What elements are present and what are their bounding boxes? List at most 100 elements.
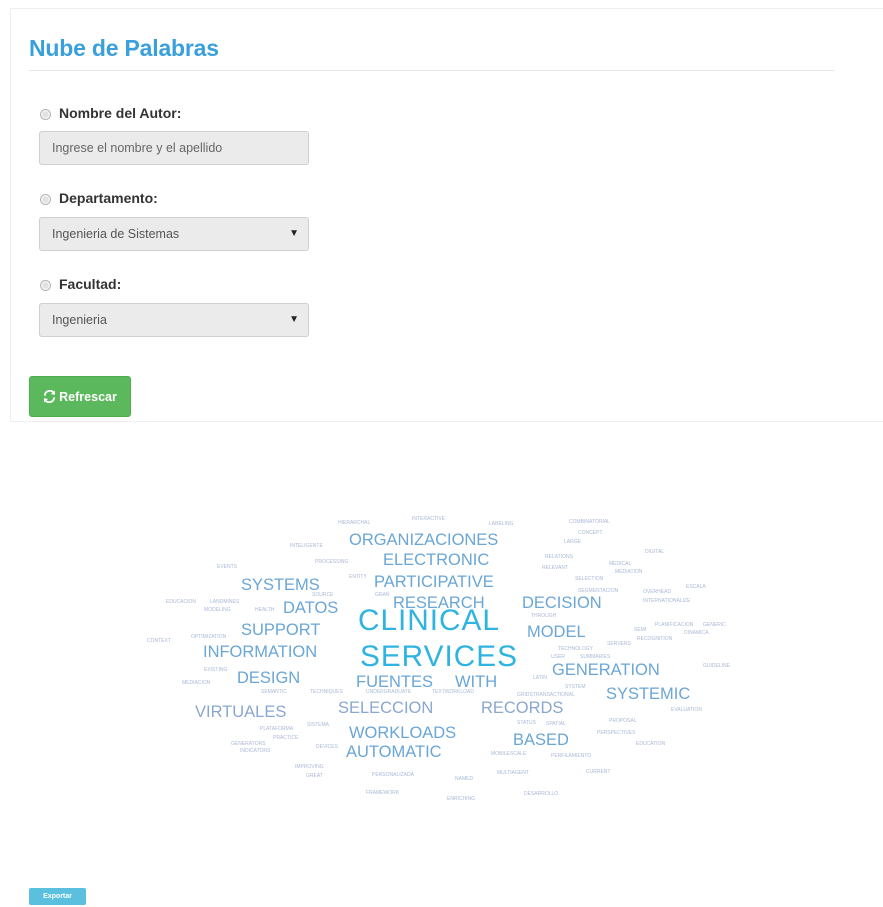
cloud-word: NAMED <box>455 776 473 782</box>
cloud-word: SELECCION <box>338 699 433 717</box>
cloud-word: ORGANIZACIONES <box>349 531 498 549</box>
cloud-word: UNDERGRADUATE <box>366 689 412 695</box>
cloud-word: IMPROVING <box>295 764 324 770</box>
cloud-word: ENTITY <box>349 574 367 580</box>
author-field-wrapper <box>39 131 309 165</box>
cloud-word: MEDICAL <box>609 561 631 567</box>
cloud-word: PRACTICE <box>273 735 299 741</box>
cloud-word: PLANIFICACION <box>655 622 694 628</box>
faculty-label: Facultad: <box>59 276 122 292</box>
cloud-word: INTERNATIONALIZE <box>643 598 691 604</box>
cloud-word: SUPPORT <box>241 621 320 639</box>
cloud-word: SEGMENTACION <box>578 588 619 594</box>
cloud-word: INFORMATION <box>203 643 317 661</box>
export-button[interactable]: Exportar <box>29 888 86 905</box>
cloud-word: RELATIONS <box>545 554 574 560</box>
author-label: Nombre del Autor: <box>59 105 182 121</box>
cloud-word: OVERHEAD <box>643 589 671 595</box>
cloud-word: SUMMARIES <box>580 654 611 660</box>
department-select[interactable]: Ingenieria de Sistemas ▼ <box>39 217 309 251</box>
cloud-word: SEMI <box>634 627 646 633</box>
refresh-button-label: Refrescar <box>59 389 117 404</box>
cloud-word: PERFILAMIENTO <box>551 753 591 759</box>
cloud-word: DEVICES <box>316 744 339 750</box>
cloud-word: SYSTEMIC <box>606 685 690 703</box>
department-selected-value: Ingenieria de Sistemas <box>52 227 180 241</box>
cloud-word: DATOS <box>283 599 338 617</box>
cloud-word: ELECTRONIC <box>383 551 489 569</box>
cloud-word: AUTOMATIC <box>346 743 442 761</box>
cloud-word: THROUGH <box>531 613 557 619</box>
faculty-selected-value: Ingenieria <box>52 313 107 327</box>
cloud-word: EXISTING <box>204 667 227 673</box>
caret-down-icon: ▼ <box>289 314 299 325</box>
refresh-icon <box>44 390 56 403</box>
cloud-word: GENERIC <box>703 622 726 628</box>
cloud-word: SERVICES <box>360 640 518 673</box>
cloud-word: LABELING <box>489 521 514 527</box>
cloud-word: GENERATORS <box>231 741 266 747</box>
cloud-word: HIERARCHAL <box>338 520 370 526</box>
cloud-word: SEMANTIC <box>261 689 287 695</box>
cloud-word: EVENTS <box>217 564 238 570</box>
cloud-word: SPATIAL <box>546 721 566 727</box>
word-cloud: CLINICALSERVICESORGANIZACIONESELECTRONIC… <box>147 516 731 802</box>
cloud-word: TEXTWORKLOAD <box>432 689 474 695</box>
cloud-word: MODEL <box>527 623 586 641</box>
cloud-word: FRAMEWORK <box>366 790 400 796</box>
cloud-word: BASED <box>513 731 569 749</box>
cloud-word: TECHNIQUES <box>310 689 343 695</box>
cloud-word: PERSONALIZADA <box>372 772 415 778</box>
cloud-word: GUIDELINE <box>703 663 731 669</box>
cloud-word: MULTIAGENT <box>497 770 529 776</box>
faculty-select[interactable]: Ingenieria ▼ <box>39 303 309 337</box>
cloud-word: DECISION <box>522 594 602 612</box>
cloud-word: WORKLOADS <box>349 724 456 742</box>
cloud-word: RELEVANT <box>542 565 568 571</box>
cloud-word: ENRICHING <box>447 796 475 802</box>
export-button-label: Exportar <box>43 893 72 900</box>
cloud-word: RECOGNITION <box>637 636 673 642</box>
cloud-word: DINAMICA <box>684 630 709 636</box>
cloud-word: RESEARCH <box>393 594 485 612</box>
cloud-word: MOBILESCALE <box>491 751 527 757</box>
department-radio[interactable] <box>40 194 51 205</box>
cloud-word: SOURCE <box>312 592 334 598</box>
cloud-word: INTELIGENTE <box>290 543 323 549</box>
cloud-word: SYSTEMS <box>241 576 320 594</box>
cloud-word: OPTIMIZATION <box>191 634 227 640</box>
cloud-word: GENERATION <box>552 661 660 679</box>
cloud-word: PARTICIPATIVE <box>374 573 494 591</box>
cloud-word: EVALUATION <box>671 707 702 713</box>
cloud-word: CONTEXT <box>147 638 171 644</box>
cloud-word: GREAT <box>306 773 323 779</box>
cloud-word: LATIN <box>533 675 547 681</box>
cloud-word: DESIGN <box>237 669 300 687</box>
cloud-word: INDICATORS <box>240 748 271 754</box>
cloud-word: GRIDSTRANSACTIONAL <box>517 692 575 698</box>
author-radio[interactable] <box>40 109 51 120</box>
faculty-radio[interactable] <box>40 280 51 291</box>
cloud-word: PROCESSING <box>315 559 348 565</box>
cloud-word: SERVERS <box>607 641 631 647</box>
cloud-word: GRAN <box>375 592 390 598</box>
cloud-word: EDUCACION <box>166 599 196 605</box>
cloud-word: DIGITAL <box>645 549 664 555</box>
cloud-word: LARGE <box>564 539 582 545</box>
cloud-word: SISTEMA <box>307 722 330 728</box>
cloud-word: TECHNOLOGY <box>558 646 594 652</box>
cloud-word: CURRENT <box>586 769 610 775</box>
author-name-input[interactable] <box>52 132 296 164</box>
cloud-word: RECORDS <box>481 699 563 717</box>
cloud-word: INTERACTIVE <box>412 516 446 522</box>
cloud-word: COMBINATORIAL <box>569 519 610 525</box>
title-divider <box>29 70 834 71</box>
cloud-word: SYSTEM <box>565 684 586 690</box>
cloud-word: MEDIACION <box>182 680 211 686</box>
page-title: Nube de Palabras <box>29 35 219 61</box>
cloud-word: CONCEPT <box>578 530 602 536</box>
cloud-word: HEALTH <box>255 607 275 613</box>
refresh-button[interactable]: Refrescar <box>29 376 131 417</box>
cloud-word: SELECTION <box>575 576 604 582</box>
cloud-word: PROPOSAL <box>609 718 637 724</box>
